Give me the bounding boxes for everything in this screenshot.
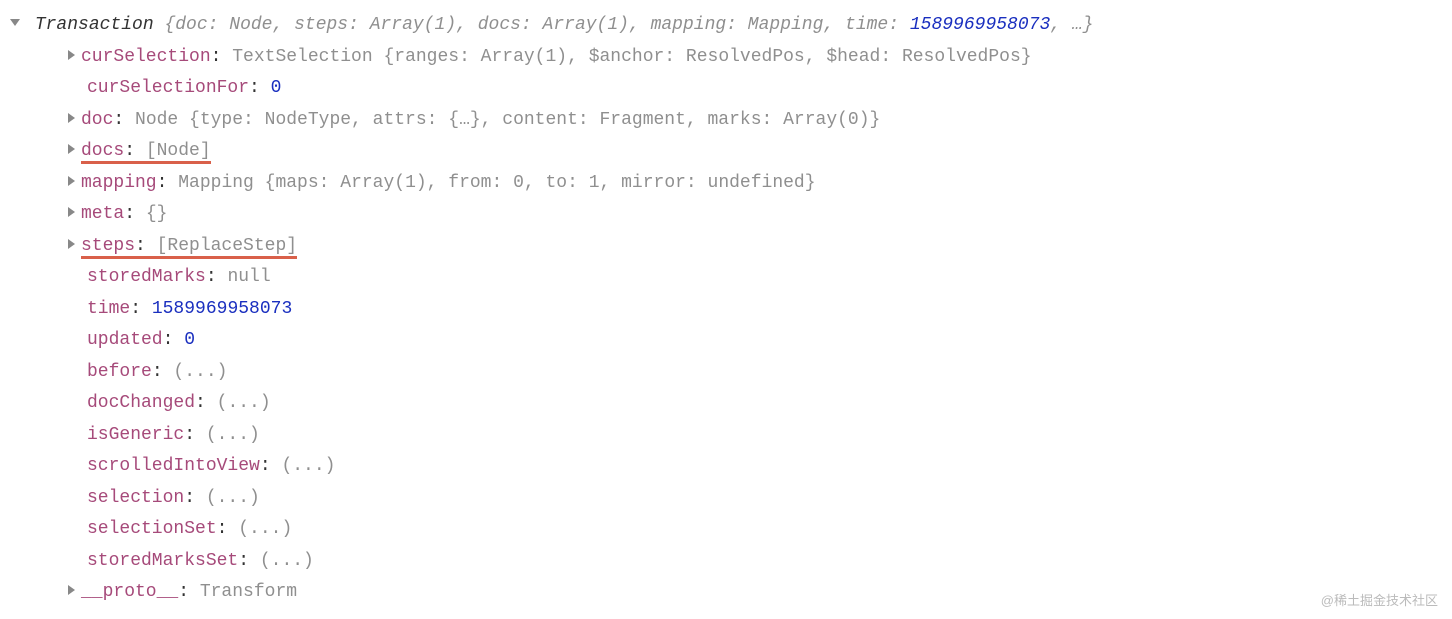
- spacer-icon: [68, 563, 81, 564]
- property-key: storedMarks: [87, 267, 206, 287]
- property-key: updated: [87, 330, 163, 350]
- property-row-docChanged[interactable]: docChanged: (...): [0, 388, 1452, 420]
- property-key: meta: [81, 204, 124, 224]
- property-value: [ReplaceStep]: [157, 236, 297, 256]
- property-row-updated[interactable]: updated: 0: [0, 325, 1452, 357]
- property-row-scrolledIntoView[interactable]: scrolledIntoView: (...): [0, 451, 1452, 483]
- object-header[interactable]: Transaction {doc: Node, steps: Array(1),…: [0, 10, 1452, 42]
- watermark-text: @稀土掘金技术社区: [1321, 590, 1438, 613]
- spacer-icon: [68, 342, 81, 343]
- property-key: doc: [81, 110, 113, 130]
- disclosure-triangle-right-icon[interactable]: [68, 50, 75, 60]
- spacer-icon: [68, 500, 81, 501]
- property-value[interactable]: (...): [281, 456, 335, 476]
- property-key: selection: [87, 488, 184, 508]
- property-row-storedMarksSet[interactable]: storedMarksSet: (...): [0, 546, 1452, 578]
- property-value: 0: [184, 330, 195, 350]
- property-value: null: [227, 267, 270, 287]
- property-value: [Node]: [146, 141, 211, 161]
- spacer-icon: [68, 437, 81, 438]
- property-row-isGeneric[interactable]: isGeneric: (...): [0, 420, 1452, 452]
- property-value[interactable]: (...): [206, 488, 260, 508]
- property-value[interactable]: (...): [173, 362, 227, 382]
- property-value: 1589969958073: [152, 299, 292, 319]
- property-value: 0: [271, 78, 282, 98]
- property-value: TextSelection {ranges: Array(1), $anchor…: [232, 47, 1031, 67]
- property-value[interactable]: (...): [217, 393, 271, 413]
- property-row-steps[interactable]: steps: [ReplaceStep]: [0, 231, 1452, 263]
- disclosure-triangle-right-icon[interactable]: [68, 239, 75, 249]
- property-row-doc[interactable]: doc: Node {type: NodeType, attrs: {…}, c…: [0, 105, 1452, 137]
- property-value: Transform: [200, 582, 297, 602]
- spacer-icon: [68, 90, 81, 91]
- spacer-icon: [68, 531, 81, 532]
- property-row-meta[interactable]: meta: {}: [0, 199, 1452, 231]
- property-key: before: [87, 362, 152, 382]
- preview-text: {doc:: [164, 15, 229, 35]
- property-row-selectionSet[interactable]: selectionSet: (...): [0, 514, 1452, 546]
- spacer-icon: [68, 311, 81, 312]
- property-key: docs: [81, 141, 124, 161]
- property-key: storedMarksSet: [87, 551, 238, 571]
- disclosure-triangle-right-icon[interactable]: [68, 207, 75, 217]
- property-row-docs[interactable]: docs: [Node]: [0, 136, 1452, 168]
- disclosure-triangle-right-icon[interactable]: [68, 113, 75, 123]
- property-key: scrolledIntoView: [87, 456, 260, 476]
- disclosure-triangle-right-icon[interactable]: [68, 176, 75, 186]
- property-key: curSelection: [81, 47, 211, 67]
- property-row-time[interactable]: time: 1589969958073: [0, 294, 1452, 326]
- spacer-icon: [68, 405, 81, 406]
- property-row-proto[interactable]: __proto__: Transform: [0, 577, 1452, 609]
- disclosure-triangle-right-icon[interactable]: [68, 144, 75, 154]
- property-key: __proto__: [81, 582, 178, 602]
- property-key: steps: [81, 236, 135, 256]
- property-key: curSelectionFor: [87, 78, 249, 98]
- property-value[interactable]: (...): [206, 425, 260, 445]
- property-row-curSelectionFor[interactable]: curSelectionFor: 0: [0, 73, 1452, 105]
- property-key: selectionSet: [87, 519, 217, 539]
- spacer-icon: [68, 468, 81, 469]
- property-value: Mapping {maps: Array(1), from: 0, to: 1,…: [178, 173, 815, 193]
- property-row-before[interactable]: before: (...): [0, 357, 1452, 389]
- property-value: Node {type: NodeType, attrs: {…}, conten…: [135, 110, 880, 130]
- property-row-mapping[interactable]: mapping: Mapping {maps: Array(1), from: …: [0, 168, 1452, 200]
- spacer-icon: [68, 279, 81, 280]
- property-value: {}: [146, 204, 168, 224]
- disclosure-triangle-right-icon[interactable]: [68, 585, 75, 595]
- property-key: mapping: [81, 173, 157, 193]
- property-row-selection[interactable]: selection: (...): [0, 483, 1452, 515]
- property-key: isGeneric: [87, 425, 184, 445]
- disclosure-triangle-down-icon[interactable]: [10, 19, 20, 26]
- property-value[interactable]: (...): [260, 551, 314, 571]
- property-key: docChanged: [87, 393, 195, 413]
- property-row-storedMarks[interactable]: storedMarks: null: [0, 262, 1452, 294]
- spacer-icon: [68, 374, 81, 375]
- class-name: Transaction: [35, 15, 154, 35]
- property-value[interactable]: (...): [238, 519, 292, 539]
- property-key: time: [87, 299, 130, 319]
- property-row-curSelection[interactable]: curSelection: TextSelection {ranges: Arr…: [0, 42, 1452, 74]
